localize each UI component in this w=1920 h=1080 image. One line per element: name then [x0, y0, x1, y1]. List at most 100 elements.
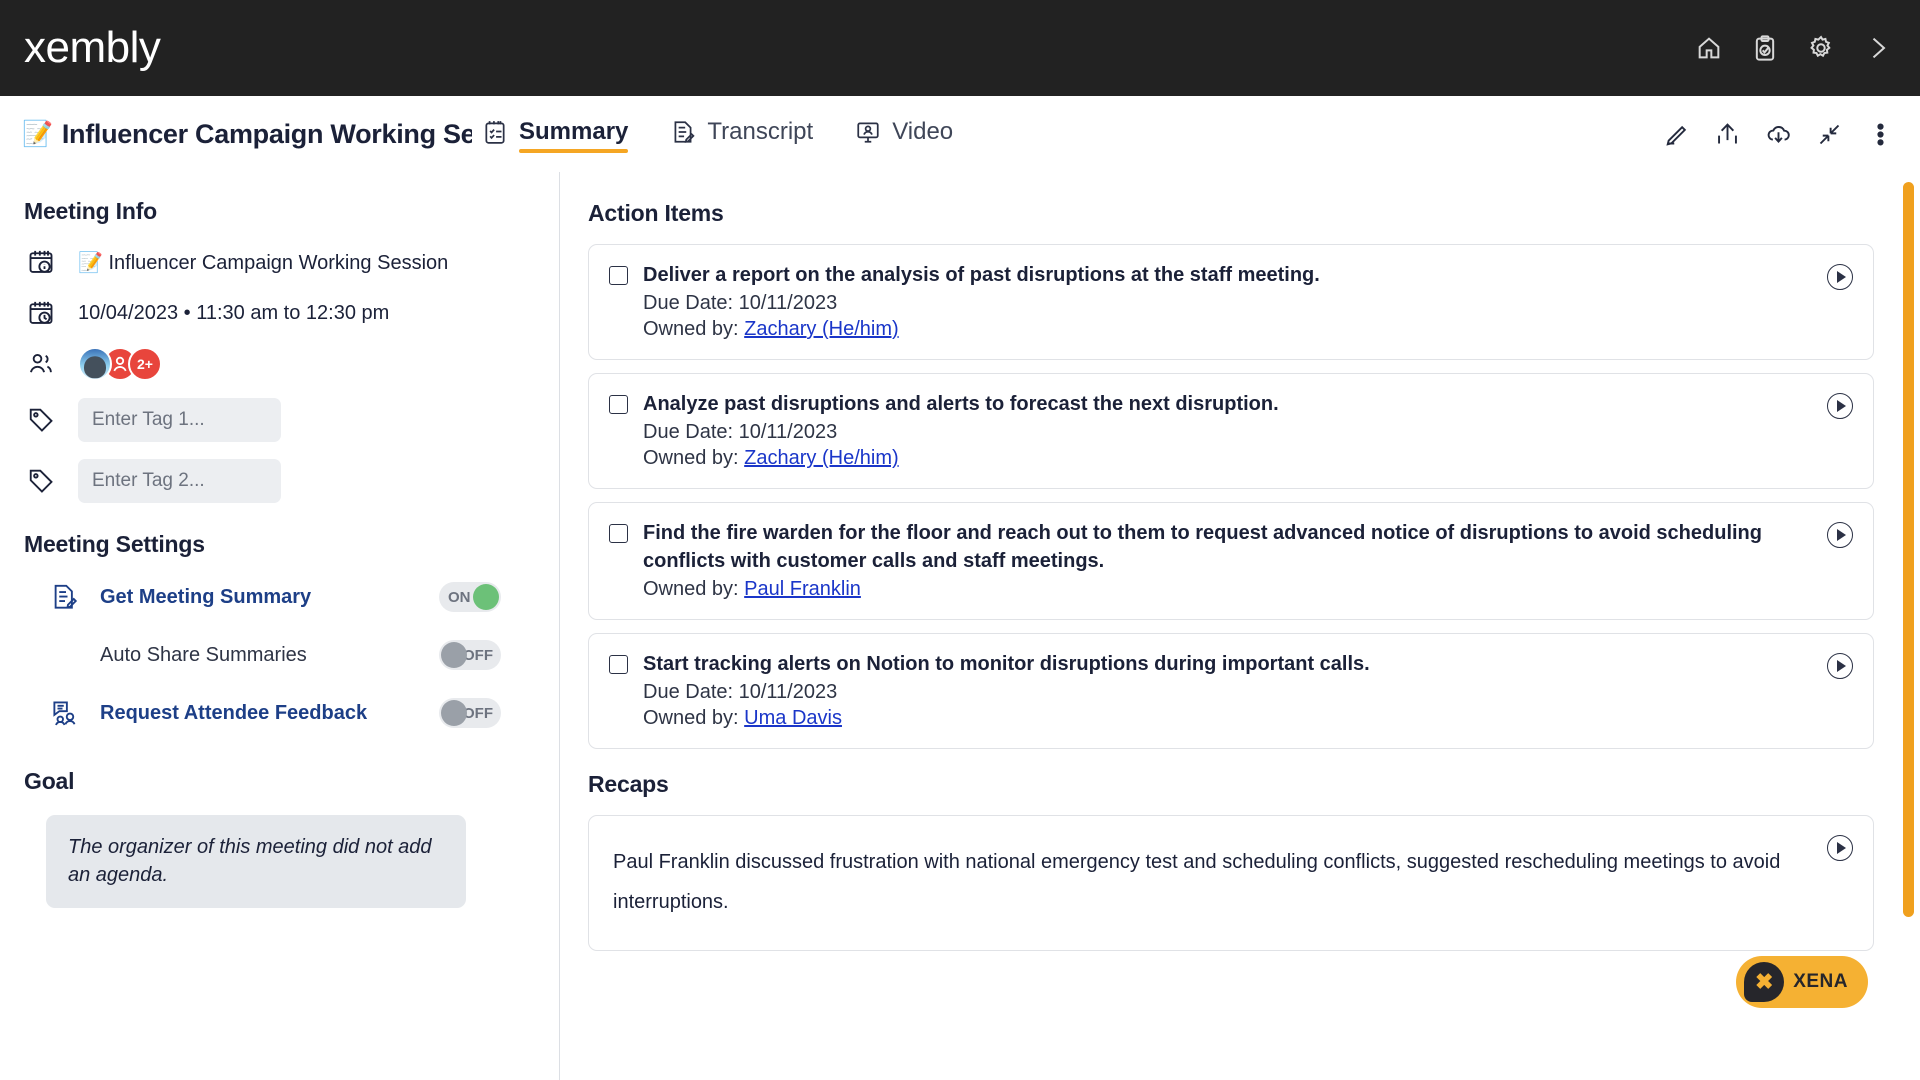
home-icon[interactable]	[1694, 33, 1724, 63]
attendee-avatars[interactable]: 2+	[78, 347, 162, 381]
meeting-title-text: Influencer Campaign Working Se...	[61, 118, 472, 149]
tag-icon	[24, 403, 58, 437]
more-options-icon[interactable]	[1867, 121, 1894, 148]
attendee-feedback-icon	[46, 694, 84, 732]
meeting-settings-heading: Meeting Settings	[24, 531, 205, 557]
action-item-owner-row: Owned by: Zachary (He/him)	[643, 447, 1851, 470]
tab-summary-label: Summary	[519, 117, 629, 153]
owned-by-label: Owned by:	[643, 447, 739, 470]
setting-label: Auto Share Summaries	[100, 643, 307, 666]
tasks-clipboard-icon[interactable]	[1750, 33, 1780, 63]
play-audio-icon[interactable]	[1827, 393, 1853, 420]
memo-emoji-icon: 📝	[22, 119, 53, 148]
action-item-title: Start tracking alerts on Notion to monit…	[643, 652, 1370, 675]
summary-doc-pencil-icon	[46, 578, 84, 616]
toggle-get-meeting-summary[interactable]: ON	[439, 582, 501, 612]
toggle-knob	[473, 584, 499, 610]
collapse-arrows-icon[interactable]	[1816, 121, 1843, 148]
action-item-owner-link[interactable]: Paul Franklin	[744, 578, 861, 600]
xena-bubble-icon: ✖	[1744, 962, 1785, 1002]
meeting-time-text: 10/04/2023 • 11:30 am to 12:30 pm	[78, 301, 390, 324]
settings-gear-icon[interactable]	[1806, 33, 1836, 63]
setting-request-attendee-feedback[interactable]: Request Attendee Feedback OFF	[24, 694, 531, 732]
action-item-due-date: Due Date: 10/11/2023	[643, 292, 838, 315]
calendar-info-icon	[24, 245, 58, 279]
header-icon-group	[1694, 33, 1892, 63]
edit-pencil-icon[interactable]	[1663, 121, 1690, 148]
meeting-time-row: 10/04/2023 • 11:30 am to 12:30 pm	[24, 296, 531, 330]
toggle-knob	[441, 642, 467, 668]
toggle-knob	[441, 700, 467, 726]
tab-summary[interactable]: Summary	[482, 117, 629, 153]
setting-auto-share-summaries[interactable]: Auto Share Summaries OFF	[24, 636, 531, 674]
goal-section: Goal The organizer of this meeting did n…	[24, 768, 531, 908]
owned-by-label: Owned by:	[643, 577, 739, 600]
tab-video[interactable]: Video	[855, 118, 953, 151]
tab-transcript[interactable]: Transcript	[670, 118, 813, 151]
setting-get-meeting-summary[interactable]: Get Meeting Summary ON	[24, 578, 531, 616]
meeting-name-text: 📝 Influencer Campaign Working Session	[78, 251, 449, 274]
tag1-input[interactable]	[78, 398, 281, 442]
action-item-owner-row: Owned by: Paul Franklin	[643, 578, 1851, 601]
meeting-name-row: 📝 Influencer Campaign Working Session	[24, 245, 531, 279]
goal-heading: Goal	[24, 768, 75, 794]
meeting-title-header: 📝 Influencer Campaign Working Se...	[22, 119, 472, 150]
action-item-due-date: Due Date: 10/11/2023	[643, 680, 838, 703]
action-item-title: Find the fire warden for the floor and r…	[643, 522, 1762, 572]
action-item-checkbox[interactable]	[609, 654, 628, 674]
action-items-heading: Action Items	[588, 200, 724, 226]
calendar-clock-icon	[24, 296, 58, 330]
action-item-title: Analyze past disruptions and alerts to f…	[643, 393, 1279, 416]
cloud-download-icon[interactable]	[1765, 121, 1792, 148]
meeting-toolbar: 📝 Influencer Campaign Working Se... Summ…	[0, 96, 1920, 172]
vertical-scrollbar[interactable]	[1903, 182, 1914, 917]
tag2-input[interactable]	[78, 459, 281, 503]
action-item-card: Start tracking alerts on Notion to monit…	[588, 632, 1874, 749]
avatar[interactable]	[78, 347, 112, 381]
action-item-checkbox[interactable]	[609, 395, 628, 415]
toggle-request-attendee-feedback[interactable]: OFF	[439, 698, 501, 728]
meeting-settings-section: Meeting Settings Get Meeting Summary ON …	[24, 531, 531, 732]
page-body: Meeting Info 📝 Influencer Campaign Worki…	[0, 172, 1920, 1080]
recap-text: Paul Franklin discussed frustration with…	[613, 850, 1781, 913]
summary-checklist-icon	[485, 120, 505, 144]
share-upload-icon[interactable]	[1714, 121, 1741, 148]
action-item-checkbox[interactable]	[609, 266, 628, 285]
recap-card: Paul Franklin discussed frustration with…	[588, 814, 1874, 951]
meeting-info-heading: Meeting Info	[24, 198, 158, 224]
people-icon	[24, 347, 58, 381]
xembly-logo: xembly	[24, 23, 161, 72]
action-item-title: Deliver a report on the analysis of past…	[643, 264, 1320, 286]
action-item-owner-link[interactable]: Uma Davis	[744, 707, 842, 729]
action-item-card: Find the fire warden for the floor and r…	[588, 502, 1874, 620]
action-item-owner-row: Owned by: Zachary (He/him)	[643, 318, 1851, 341]
action-item-owner-row: Owned by: Uma Davis	[643, 707, 1851, 730]
action-item-checkbox[interactable]	[609, 524, 628, 544]
action-item-owner-link[interactable]: Zachary (He/him)	[744, 447, 898, 469]
tag-icon	[24, 464, 58, 498]
action-item-due-date: Due Date: 10/11/2023	[643, 421, 838, 444]
view-tabs: Summary Transcript Video	[482, 117, 953, 153]
xena-x-glyph: ✖	[1754, 969, 1774, 994]
play-audio-icon[interactable]	[1827, 264, 1853, 290]
tag2-row	[24, 459, 531, 503]
toggle-state-label: OFF	[463, 704, 493, 722]
setting-label: Get Meeting Summary	[100, 585, 312, 608]
toggle-state-label: OFF	[463, 646, 493, 664]
setting-label: Request Attendee Feedback	[100, 701, 368, 724]
tab-transcript-label: Transcript	[707, 117, 814, 145]
main-content: Action Items Deliver a report on the ana…	[560, 172, 1920, 1080]
toggle-state-label: ON	[448, 588, 471, 606]
play-audio-icon[interactable]	[1827, 834, 1853, 861]
avatar-overflow-count[interactable]: 2+	[128, 347, 162, 381]
tab-video-label: Video	[892, 117, 954, 145]
action-item-card: Analyze past disruptions and alerts to f…	[588, 373, 1874, 490]
toggle-auto-share-summaries[interactable]: OFF	[439, 640, 501, 670]
xena-assistant-button[interactable]: ✖ XENA	[1736, 956, 1868, 1008]
action-item-card: Deliver a report on the analysis of past…	[588, 244, 1874, 361]
action-item-owner-link[interactable]: Zachary (He/him)	[744, 318, 898, 340]
play-audio-icon[interactable]	[1827, 652, 1853, 679]
attendees-row: 2+	[24, 347, 531, 381]
chevron-right-icon[interactable]	[1862, 33, 1892, 63]
meeting-action-icons	[1663, 121, 1894, 148]
